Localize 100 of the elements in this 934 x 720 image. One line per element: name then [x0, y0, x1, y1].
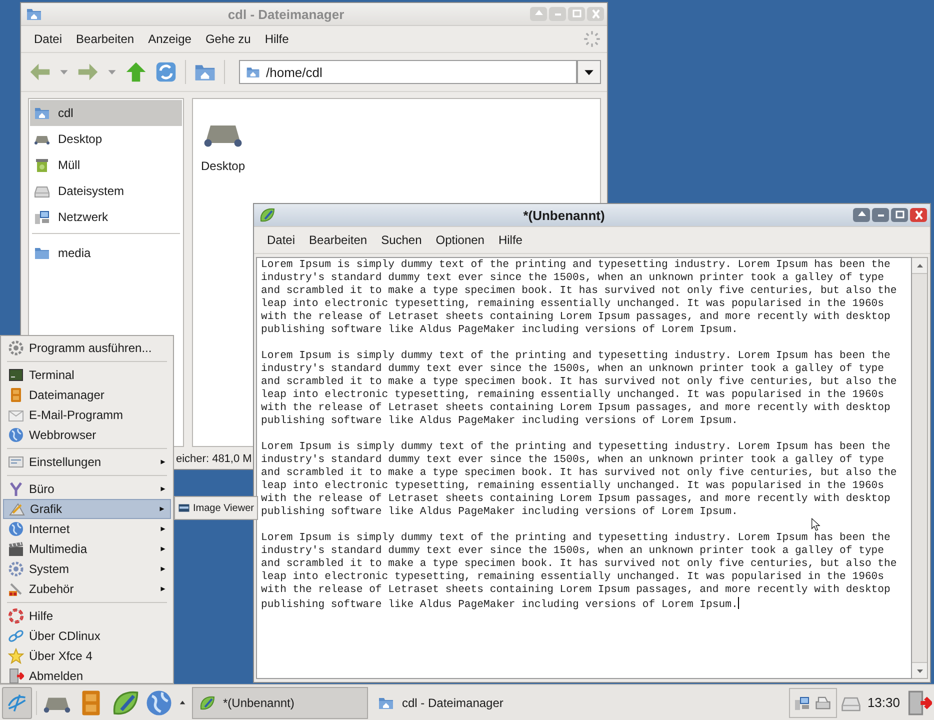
close-icon — [914, 210, 924, 220]
window-leaf-icon — [259, 207, 275, 223]
reload-icon[interactable] — [155, 61, 177, 83]
lifebuoy-icon — [8, 608, 24, 624]
globe-icon — [8, 521, 24, 537]
submenu-arrow-icon — [160, 457, 166, 467]
mouse-pointer-icon — [811, 518, 821, 531]
menu-item[interactable]: Programm ausführen... — [3, 338, 171, 358]
menu-item[interactable]: Internet — [3, 519, 171, 539]
menu-item[interactable]: Hilfe — [3, 606, 171, 626]
caret-icon — [584, 67, 594, 77]
scroll-down-button[interactable] — [912, 662, 927, 678]
minimize-button[interactable] — [872, 208, 889, 222]
globe-icon — [8, 427, 24, 443]
cabinet-icon — [8, 387, 24, 403]
menu-item[interactable]: System — [3, 559, 171, 579]
expand-arrow-icon[interactable] — [179, 699, 186, 706]
menu-item[interactable]: Dateimanager — [3, 385, 171, 405]
gear-icon — [8, 561, 24, 577]
scroll-up-button[interactable] — [912, 258, 927, 274]
up-arrow-icon — [916, 262, 924, 270]
text-paragraph: Lorem Ipsum is simply dummy text of the printing and typesetting industry. Lorem Ipsum has been the industry's standard dummy text ever since the 1500s, when an unknown printer took a galley of type and scrambled it to make a type specimen book. It has survived not only five centuries, but also the leap into electronic typesetting, remaining essentially unchanged. It was popularised in the 1960s with the release of Letraset sheets containing Lorem Ipsum passages, and more recently with desktop publishing software like Aldus PageMaker including versions of Lorem Ipsum. — [261, 441, 897, 519]
office-icon — [8, 481, 24, 497]
menu-item[interactable]: Büro — [3, 479, 171, 499]
sidebar-item[interactable]: Desktop — [30, 126, 182, 152]
text-paragraph: Lorem Ipsum is simply dummy text of the printing and typesetting industry. Lorem Ipsum has been the industry's standard dummy text ever since the 1500s, when an unknown printer took a galley of type and scrambled it to make a type specimen book. It has survived not only five centuries, but also the leap into electronic typesetting, remaining essentially unchanged. It was popularised in the 1960s with the release of Letraset sheets containing Lorem Ipsum passages, and more recently with desktop publishing software like Aldus PageMaker including versions of Lorem Ipsum. — [261, 350, 897, 428]
folder-icon — [34, 245, 50, 261]
menu-item[interactable]: E-Mail-Programm — [3, 405, 171, 425]
menu-item[interactable]: Terminal — [3, 365, 171, 385]
window-title: *(Unbenannt) — [522, 208, 606, 222]
sidebar-item[interactable]: cdl — [30, 100, 182, 126]
vertical-scrollbar[interactable] — [912, 257, 928, 679]
star-icon — [8, 648, 24, 664]
forward-arrow-icon[interactable] — [77, 61, 99, 83]
raise-button[interactable] — [853, 208, 870, 222]
menu-item[interactable]: Gehe zu — [198, 32, 258, 46]
text-paragraph: Lorem Ipsum is simply dummy text of the printing and typesetting industry. Lorem Ipsum has been the industry's standard dummy text ever since the 1500s, when an unknown printer took a galley of type and scrambled it to make a type specimen book. It has survived not only five centuries, but also the leap into electronic typesetting, remaining essentially unchanged. It was popularised in the 1960s with the release of Letraset sheets containing Lorem Ipsum passages, and more recently with desktop publishing software like Aldus PageMaker including versions of Lorem Ipsum. — [261, 259, 897, 337]
sidebar-item[interactable]: Netzwerk — [30, 204, 182, 230]
trash-icon — [34, 157, 50, 173]
sidebar-item[interactable]: media — [30, 240, 182, 266]
close-icon — [590, 9, 600, 19]
sidebar-item[interactable]: Müll — [30, 152, 182, 178]
menu-item[interactable]: Datei — [260, 233, 302, 247]
task-button[interactable]: cdl - Dateimanager — [372, 686, 548, 718]
clock: 13:30 — [866, 695, 901, 710]
menu-item[interactable]: Multimedia — [3, 539, 171, 559]
minimize-icon — [554, 12, 562, 16]
network-icon — [34, 209, 50, 225]
menu-item[interactable]: Abmelden — [3, 666, 171, 686]
minimize-icon — [876, 214, 884, 216]
menu-item[interactable]: Anzeige — [141, 32, 198, 46]
menu-item[interactable]: Image Viewer — [176, 498, 256, 518]
menu-item[interactable]: Über Xfce 4 — [3, 646, 171, 666]
menu-item[interactable]: Zubehör — [3, 579, 171, 599]
start-button[interactable] — [2, 686, 32, 718]
down-arrow-icon — [916, 666, 924, 674]
menu-item[interactable]: Hilfe — [258, 32, 296, 46]
menu-item[interactable]: Bearbeiten — [69, 32, 142, 46]
swirl-logo-icon — [6, 692, 28, 714]
link-icon — [8, 628, 24, 644]
file-item[interactable]: Desktop — [201, 113, 246, 173]
leaf-pencil-icon — [199, 694, 215, 710]
text-paragraph: Lorem Ipsum is simply dummy text of the printing and typesetting industry. Lorem Ipsum has been the industry's standard dummy text ever since the 1500s, when an unknown printer took a galley of type and scrambled it to make a type specimen book. It has survived not only five centuries, but also the leap into electronic typesetting, remaining essentially unchanged. It was popularised in the 1960s with the release of Letraset sheets containing Lorem Ipsum passages, and more recently with desktop publishing software like Aldus PageMaker including versions of Lorem Ipsum. — [261, 532, 897, 612]
leaf-pencil-launcher-icon[interactable] — [111, 688, 139, 716]
menu-item[interactable]: Hilfe — [491, 233, 530, 247]
gear-icon — [8, 340, 24, 356]
up-arrow-icon[interactable] — [125, 61, 147, 83]
window-title: cdl - Dateimanager — [226, 6, 346, 22]
back-arrow-icon[interactable] — [29, 61, 51, 83]
menu-item[interactable]: Datei — [27, 32, 70, 46]
spinner-icon — [583, 30, 601, 48]
dropdown-button[interactable] — [577, 60, 601, 84]
sidebar-item[interactable]: Dateisystem — [30, 178, 182, 204]
drawing-tool-icon — [9, 501, 25, 517]
folder-icon — [246, 65, 260, 79]
location-field[interactable]: /home/cdl — [239, 60, 577, 84]
maximize-icon — [894, 210, 904, 220]
text-cursor — [738, 597, 739, 609]
network-icon — [794, 694, 810, 710]
dropdown-arrow-icon[interactable] — [59, 67, 69, 77]
maximize-button[interactable] — [891, 208, 908, 222]
maximize-icon — [572, 9, 582, 19]
close-button[interactable] — [910, 208, 927, 222]
image-viewer-icon — [178, 502, 190, 514]
menu-item[interactable]: Suchen — [374, 233, 429, 247]
dropdown-arrow-icon[interactable] — [107, 67, 117, 77]
terminal-icon — [8, 367, 24, 383]
home-folder-icon — [34, 105, 50, 121]
menu-item[interactable]: Grafik — [3, 499, 171, 519]
menu-item[interactable]: Über CDlinux — [3, 626, 171, 646]
menu-item[interactable]: Bearbeiten — [302, 233, 374, 247]
logout-icon[interactable] — [906, 690, 932, 716]
menu-item[interactable]: Einstellungen — [3, 452, 171, 472]
task-button[interactable]: *(Unbenannt) — [192, 686, 368, 718]
tools-icon — [8, 581, 24, 597]
menu-item[interactable]: Optionen — [428, 233, 492, 247]
clapperboard-icon — [8, 541, 24, 557]
menu-item[interactable]: Webbrowser — [3, 425, 171, 445]
globe-launcher-icon[interactable] — [145, 688, 173, 716]
status-text: eicher: 481,0 M — [176, 453, 252, 465]
